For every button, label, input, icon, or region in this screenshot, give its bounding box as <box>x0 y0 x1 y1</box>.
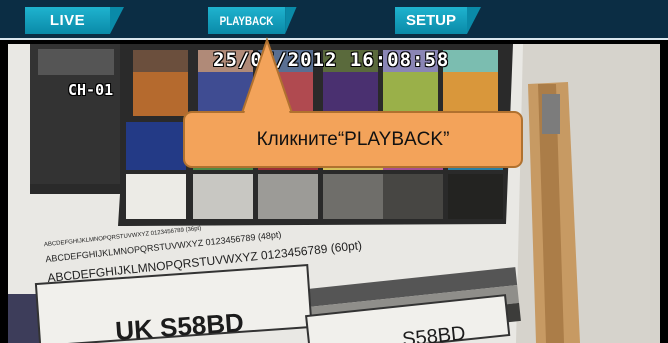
tab-live-label: LIVE <box>49 12 86 29</box>
tab-playback-corner <box>285 7 297 34</box>
callout-text: Кликните“PLAYBACK” <box>256 128 450 150</box>
tab-setup[interactable]: SETUP <box>395 7 481 34</box>
tab-playback[interactable]: PLAYBACK <box>208 7 297 34</box>
tab-live-corner <box>110 7 124 34</box>
channel-label: CH-01 <box>68 81 114 99</box>
top-navigation-bar: LIVE PLAYBACK SETUP <box>0 0 668 40</box>
camera-view[interactable]: ABCDEFGHIJKLMNOPQRSTUVWXYZ 0123456789 (3… <box>8 44 660 343</box>
tab-live[interactable]: LIVE <box>25 7 124 34</box>
tab-setup-label: SETUP <box>405 12 456 29</box>
tab-setup-corner <box>467 7 481 34</box>
tab-playback-label: PLAYBACK <box>219 13 274 28</box>
timestamp-overlay: 25/07/2012 16:08:58 <box>213 49 450 71</box>
instruction-callout: Кликните“PLAYBACK” <box>183 111 523 168</box>
